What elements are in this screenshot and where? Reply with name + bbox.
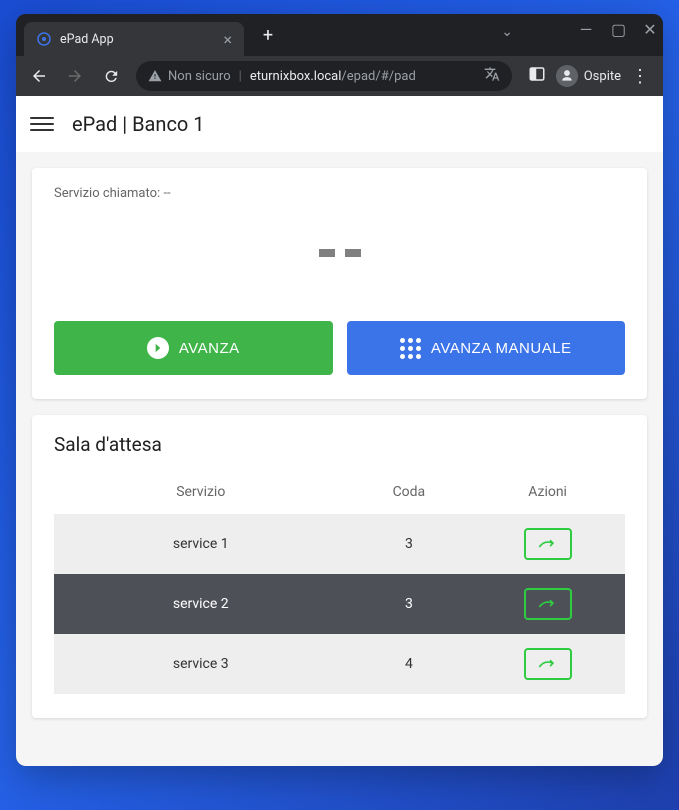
ticket-display: [54, 205, 625, 301]
waiting-room-title: Sala d'attesa: [54, 433, 625, 456]
titlebar: ePad App × + ⌄ — ▢ ✕: [16, 14, 663, 56]
waiting-room-table: Servizio Coda Azioni service 13service 2…: [54, 470, 625, 694]
ticket-dash-1: [319, 249, 335, 257]
address-bar[interactable]: Non sicuro | eturnixbox.local/epad/#/pad: [136, 61, 512, 91]
service-called-label: Servizio chiamato:: [54, 186, 160, 201]
reload-button[interactable]: [96, 61, 126, 91]
table-row: service 34: [54, 634, 625, 694]
cell-actions: [478, 648, 617, 680]
hamburger-menu-icon[interactable]: [30, 112, 54, 136]
cell-service: service 1: [62, 536, 340, 552]
advance-manual-label: AVANZA MANUALE: [431, 340, 572, 357]
panel-icon[interactable]: [528, 65, 546, 87]
col-header-actions: Azioni: [478, 484, 617, 500]
ticket-dash-2: [345, 249, 361, 257]
arrow-forward-icon: [538, 657, 558, 671]
kebab-menu-icon[interactable]: ⋮: [631, 66, 649, 87]
table-header: Servizio Coda Azioni: [54, 470, 625, 514]
advance-manual-button[interactable]: AVANZA MANUALE: [347, 321, 626, 375]
cell-queue: 3: [340, 536, 479, 552]
cell-actions: [478, 588, 617, 620]
cell-queue: 3: [340, 596, 479, 612]
waiting-room-card: Sala d'attesa Servizio Coda Azioni servi…: [32, 415, 647, 718]
not-secure-label: Non sicuro: [168, 69, 231, 84]
forward-row-button[interactable]: [524, 648, 572, 680]
url-path: /epad/#/pad: [341, 69, 415, 84]
profile-button[interactable]: Ospite: [556, 65, 621, 87]
guest-label: Ospite: [584, 69, 621, 84]
browser-tab[interactable]: ePad App ×: [24, 22, 244, 56]
close-icon[interactable]: ×: [223, 30, 232, 49]
cell-service: service 2: [62, 596, 340, 612]
back-button[interactable]: [24, 61, 54, 91]
forward-row-button[interactable]: [524, 588, 572, 620]
arrow-forward-icon: [538, 597, 558, 611]
close-window-icon[interactable]: ✕: [643, 20, 657, 39]
table-row: service 23: [54, 574, 625, 634]
url-host: eturnixbox.local: [250, 69, 342, 84]
cell-queue: 4: [340, 656, 479, 672]
translate-icon[interactable]: [484, 66, 500, 86]
col-header-service: Servizio: [62, 484, 340, 500]
forward-row-button[interactable]: [524, 528, 572, 560]
app-header: ePad | Banco 1: [16, 96, 663, 152]
service-called-value: --: [163, 186, 170, 201]
tab-favicon-icon: [36, 31, 52, 47]
minimize-icon[interactable]: —: [579, 20, 593, 39]
page-title: ePad | Banco 1: [72, 112, 205, 136]
main-card: Servizio chiamato: -- AVANZA: [32, 168, 647, 399]
service-called-line: Servizio chiamato: --: [54, 186, 625, 201]
app-content: ePad | Banco 1 Servizio chiamato: -- AVA…: [16, 96, 663, 766]
window-controls: — ▢ ✕: [579, 20, 657, 39]
browser-window: ePad App × + ⌄ — ▢ ✕ Non sicuro | eturni…: [16, 14, 663, 766]
forward-button[interactable]: [60, 61, 90, 91]
cell-service: service 3: [62, 656, 340, 672]
arrow-right-circle-icon: [147, 337, 169, 359]
cell-actions: [478, 528, 617, 560]
table-row: service 13: [54, 514, 625, 574]
chevron-down-icon[interactable]: ⌄: [501, 24, 513, 40]
browser-toolbar: Non sicuro | eturnixbox.local/epad/#/pad…: [16, 56, 663, 96]
avatar-icon: [556, 65, 578, 87]
warning-icon: [148, 69, 162, 83]
not-secure-warning: Non sicuro: [148, 69, 231, 84]
col-header-queue: Coda: [340, 484, 479, 500]
advance-label: AVANZA: [179, 340, 240, 357]
new-tab-button[interactable]: +: [254, 21, 282, 49]
advance-button[interactable]: AVANZA: [54, 321, 333, 375]
arrow-forward-icon: [538, 537, 558, 551]
keypad-icon: [400, 338, 421, 359]
tab-title: ePad App: [60, 32, 215, 47]
maximize-icon[interactable]: ▢: [611, 20, 625, 39]
